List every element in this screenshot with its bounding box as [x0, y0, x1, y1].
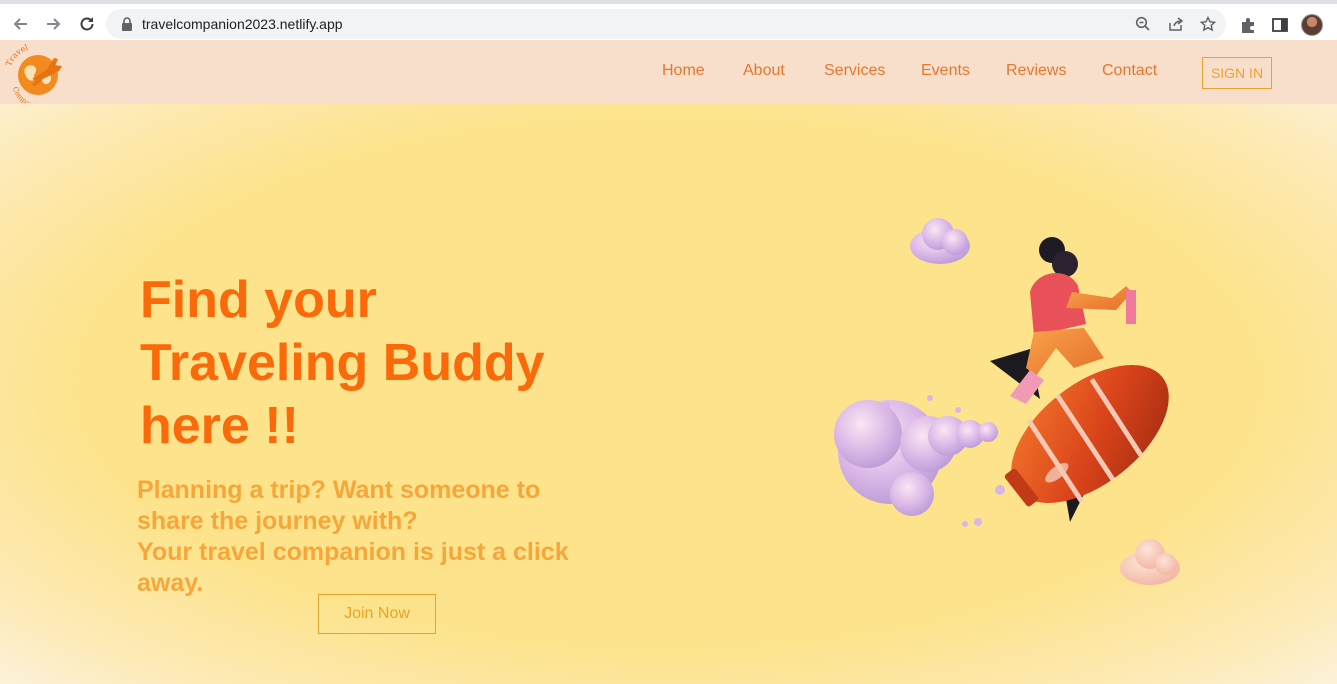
url-text[interactable]: travelcompanion2023.netlify.app	[142, 16, 343, 32]
exhaust-cloud	[834, 395, 1005, 527]
hero-title-line: Find your	[140, 271, 377, 329]
join-now-button[interactable]: Join Now	[318, 594, 436, 634]
profile-avatar[interactable]	[1301, 14, 1323, 36]
hero-title-line: here !!	[140, 397, 299, 455]
forward-button[interactable]	[42, 13, 64, 35]
extensions-icon[interactable]	[1238, 15, 1258, 35]
reload-button[interactable]	[76, 13, 98, 35]
hero-subtitle-line: Your travel companion is just a click	[137, 538, 569, 566]
share-icon[interactable]	[1167, 15, 1185, 33]
lock-icon[interactable]	[118, 15, 136, 33]
hero-title-line: Traveling Buddy	[140, 334, 545, 392]
reload-icon	[80, 17, 94, 31]
nav-home[interactable]: Home	[662, 62, 705, 80]
travel-companion-logo[interactable]: Travel Companion	[4, 43, 72, 110]
side-panel-icon[interactable]	[1270, 15, 1290, 35]
nav-reviews[interactable]: Reviews	[1006, 62, 1066, 80]
cloud-bottom-right	[1120, 539, 1180, 585]
hero-subtitle-line: Planning a trip? Want someone to	[137, 476, 541, 504]
hero-subtitle-line: share the journey with?	[137, 507, 418, 535]
back-button[interactable]	[10, 13, 32, 35]
browser-toolbar: travelcompanion2023.netlify.app	[0, 0, 1337, 42]
nav-about[interactable]: About	[743, 62, 785, 80]
site-header: Travel Companion Home About Services Eve…	[0, 40, 1337, 110]
hero-title: Find your Traveling Buddy here !!	[140, 269, 700, 458]
rocket-traveler-illustration	[834, 218, 1180, 585]
sign-in-button[interactable]: SIGN IN	[1202, 57, 1272, 89]
arrow-right-icon	[47, 18, 61, 30]
nav-events[interactable]: Events	[921, 62, 970, 80]
hero-section: Find your Traveling Buddy here !! Planni…	[0, 104, 1337, 684]
bookmark-star-icon[interactable]	[1199, 15, 1217, 33]
nav-contact[interactable]: Contact	[1102, 62, 1157, 80]
zoom-icon[interactable]	[1134, 15, 1152, 33]
cloud-top-left	[910, 218, 970, 264]
address-bar[interactable]: travelcompanion2023.netlify.app	[106, 9, 1226, 39]
arrow-left-icon	[13, 18, 27, 30]
nav-services[interactable]: Services	[824, 62, 885, 80]
hero-subtitle: Planning a trip? Want someone to share t…	[137, 475, 647, 599]
